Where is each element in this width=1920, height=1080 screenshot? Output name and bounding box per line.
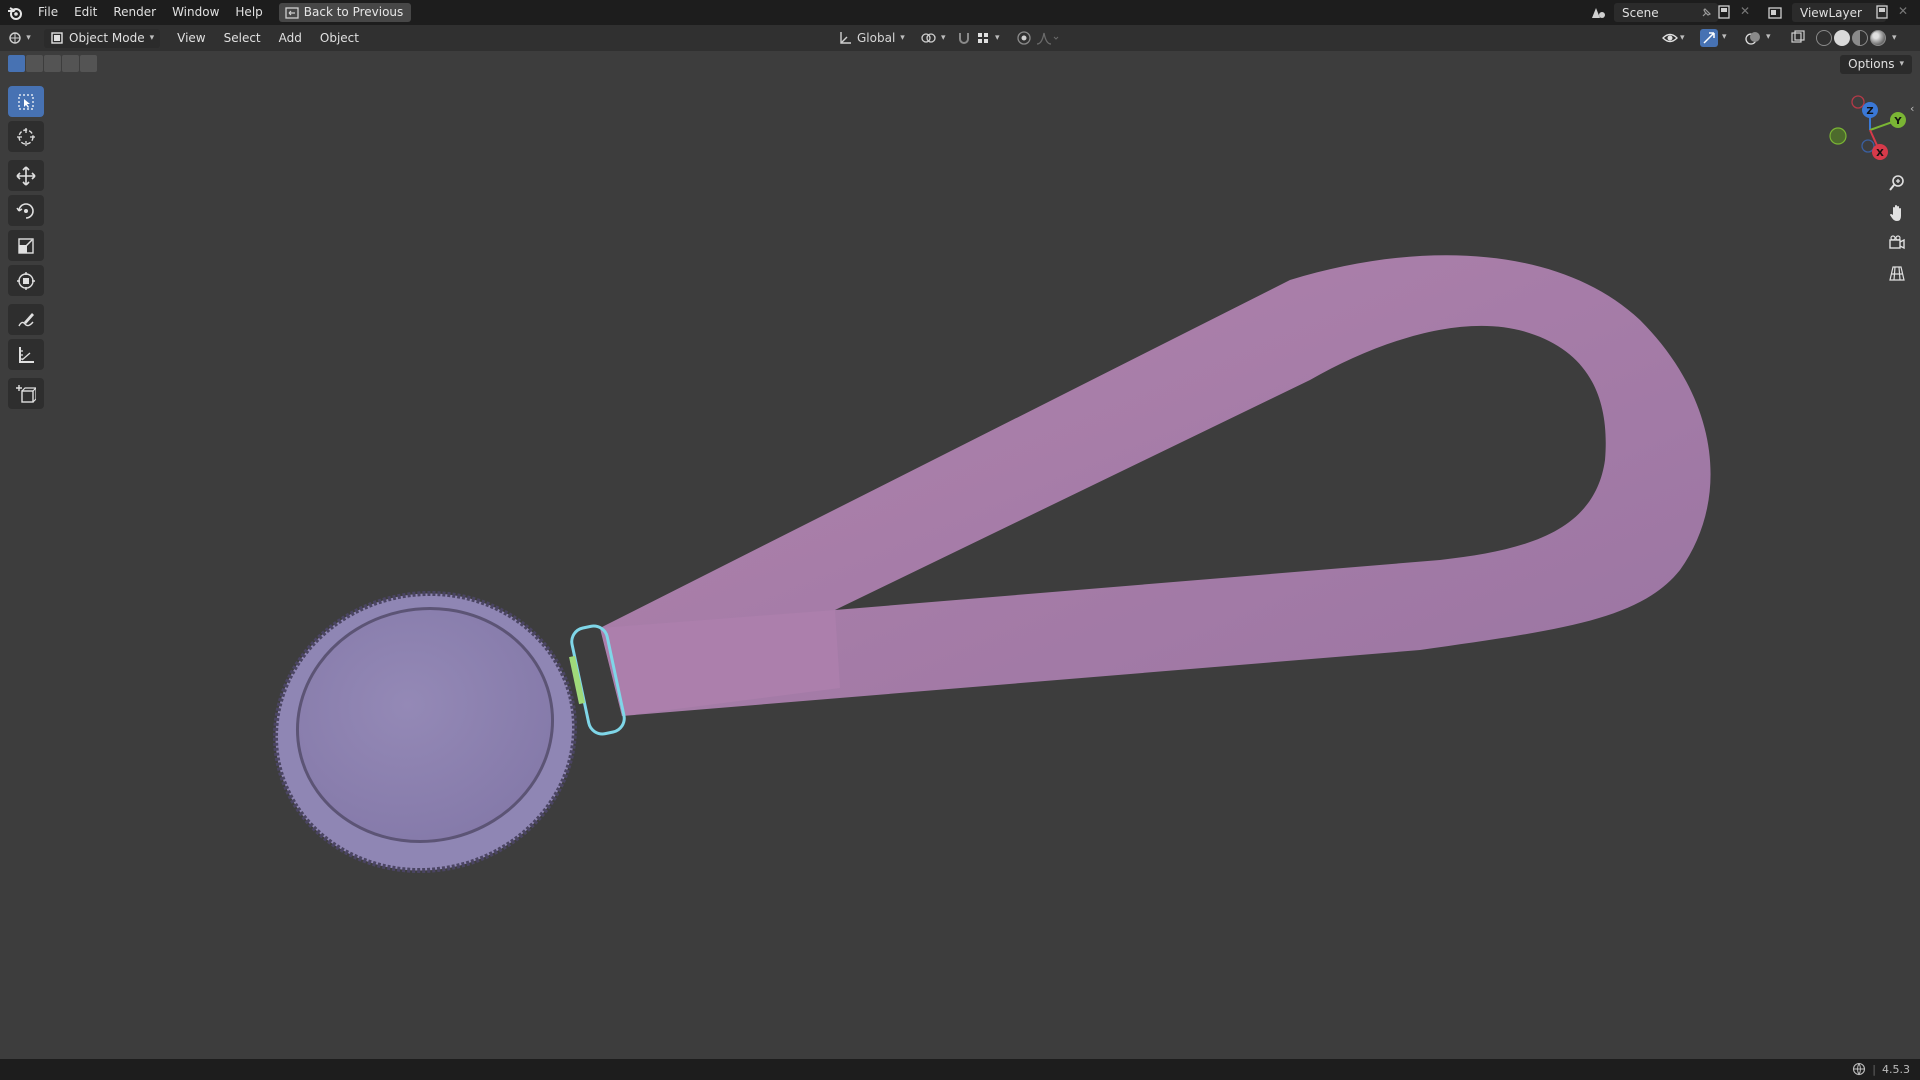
visibility-icon[interactable]: ▾ xyxy=(1662,30,1692,46)
menu-window[interactable]: Window xyxy=(164,0,227,25)
select-box-icon[interactable] xyxy=(8,86,44,117)
snap-toggle-icon[interactable] xyxy=(956,30,972,46)
delete-view-layer-icon[interactable]: ✕ xyxy=(1898,4,1912,21)
options-dropdown[interactable]: Options ▾ xyxy=(1840,55,1912,74)
chevron-down-icon: ▾ xyxy=(995,33,1000,43)
chevron-down-icon[interactable]: ▾ xyxy=(1892,33,1897,43)
gizmo-z-label: Z xyxy=(1866,106,1873,117)
annotate-icon[interactable] xyxy=(8,304,44,335)
version-info: | 4.5.3 xyxy=(1852,1062,1910,1076)
xray-toggle-icon[interactable] xyxy=(1790,29,1808,47)
select-intersect-icon[interactable] xyxy=(80,55,97,72)
selection-mode-group xyxy=(8,55,97,72)
menu-render[interactable]: Render xyxy=(105,0,164,25)
viewport-shading: ▾ xyxy=(1816,30,1897,46)
version-label: 4.5.3 xyxy=(1882,1062,1910,1076)
chevron-down-icon: ▾ xyxy=(941,33,946,43)
perspective-toggle-icon[interactable] xyxy=(1884,260,1910,286)
menu-help[interactable]: Help xyxy=(227,0,270,25)
menu-object[interactable]: Object xyxy=(311,25,368,51)
tool-shelf xyxy=(8,86,48,413)
cursor-icon[interactable] xyxy=(8,121,44,152)
select-new-icon[interactable] xyxy=(8,55,25,72)
gizmo-neg-y[interactable] xyxy=(1829,127,1847,145)
rotate-icon[interactable] xyxy=(8,195,44,226)
chevron-down-icon: ▾ xyxy=(1899,59,1904,69)
solid-shading-icon[interactable] xyxy=(1834,30,1850,46)
snap-grid-icon xyxy=(978,33,988,43)
menu-file[interactable]: File xyxy=(30,0,66,25)
status-bar: | 4.5.3 xyxy=(0,1059,1920,1080)
add-cube-icon[interactable] xyxy=(8,378,44,409)
globe-icon xyxy=(1853,1062,1866,1076)
back-to-previous-button[interactable]: Back to Previous xyxy=(278,3,412,22)
pin-icon[interactable] xyxy=(1700,7,1712,19)
view-layer-selector[interactable]: ViewLayer xyxy=(1792,3,1886,22)
gizmo-y-label: Y xyxy=(1893,116,1902,127)
view-layer-label: ViewLayer xyxy=(1800,5,1862,20)
orientation-label: Global xyxy=(857,31,896,45)
chevron-down-icon[interactable]: ▾ xyxy=(1722,32,1727,42)
new-scene-icon[interactable] xyxy=(1716,4,1734,21)
menu-add[interactable]: Add xyxy=(270,25,311,51)
delete-scene-icon[interactable]: ✕ xyxy=(1740,4,1754,21)
transform-icon[interactable] xyxy=(8,265,44,296)
scene-canvas xyxy=(272,255,1711,874)
scene-selector[interactable]: Scene xyxy=(1614,3,1718,22)
chevron-down-icon: ▾ xyxy=(1680,33,1685,43)
measure-icon[interactable] xyxy=(8,339,44,370)
viewport-header: ▾ Object Mode ▾ View Select Add Object G… xyxy=(0,25,1920,51)
3d-viewport[interactable] xyxy=(0,51,1920,1059)
menu-edit[interactable]: Edit xyxy=(66,0,105,25)
select-subtract-icon[interactable] xyxy=(44,55,61,72)
mode-label: Object Mode xyxy=(69,30,145,45)
navigation-gizmo[interactable]: Z Y X xyxy=(1820,88,1910,168)
chevron-down-icon: ▾ xyxy=(26,33,31,43)
select-extend-icon[interactable] xyxy=(26,55,43,72)
pivot-icon xyxy=(921,33,936,43)
snap-target-dropdown[interactable]: ▾ xyxy=(976,29,1000,47)
gizmo-neg-x[interactable] xyxy=(1851,95,1865,109)
transform-orientation-dropdown[interactable]: Global ▾ xyxy=(838,29,905,47)
blender-logo-icon[interactable] xyxy=(0,0,30,25)
zoom-icon[interactable] xyxy=(1884,170,1910,196)
proportional-editing-icon[interactable] xyxy=(1016,30,1032,46)
material-shading-icon[interactable] xyxy=(1852,30,1868,46)
chevron-down-icon: ▾ xyxy=(900,33,905,43)
select-invert-icon[interactable] xyxy=(62,55,79,72)
back-to-previous-label: Back to Previous xyxy=(303,5,404,19)
camera-view-icon[interactable] xyxy=(1884,230,1910,256)
top-bar: File Edit Render Window Help Back to Pre… xyxy=(0,0,1920,25)
editor-type-icon[interactable]: ▾ xyxy=(0,25,38,51)
scene-label: Scene xyxy=(1622,5,1659,20)
object-mode-icon xyxy=(51,32,63,44)
wireframe-shading-icon[interactable] xyxy=(1816,30,1832,46)
move-icon[interactable] xyxy=(8,160,44,191)
scale-icon[interactable] xyxy=(8,230,44,261)
mode-dropdown[interactable]: Object Mode ▾ xyxy=(44,28,161,48)
gizmo-x-label: X xyxy=(1876,148,1884,159)
orientation-icon xyxy=(840,32,851,44)
rendered-shading-icon[interactable] xyxy=(1870,30,1886,46)
menu-select[interactable]: Select xyxy=(215,25,270,51)
chevron-down-icon[interactable]: ▾ xyxy=(1766,32,1771,42)
new-view-layer-icon[interactable] xyxy=(1874,4,1892,21)
menu-view[interactable]: View xyxy=(168,25,214,51)
pivot-point-dropdown[interactable]: ▾ xyxy=(920,29,946,47)
chevron-down-icon: ▾ xyxy=(149,32,155,43)
back-icon xyxy=(285,6,299,19)
scene-type-icon[interactable] xyxy=(1585,3,1611,22)
overlays-icon[interactable] xyxy=(1744,29,1762,47)
options-label: Options xyxy=(1848,57,1895,71)
gizmo-toggle-icon[interactable] xyxy=(1700,29,1718,47)
pan-hand-icon[interactable] xyxy=(1884,200,1910,226)
falloff-icon[interactable] xyxy=(1036,30,1060,46)
sidebar-toggle-icon[interactable]: ‹ xyxy=(1910,102,1914,115)
view-layer-type-icon[interactable] xyxy=(1762,3,1788,22)
gizmo-neg-z[interactable] xyxy=(1861,139,1875,153)
